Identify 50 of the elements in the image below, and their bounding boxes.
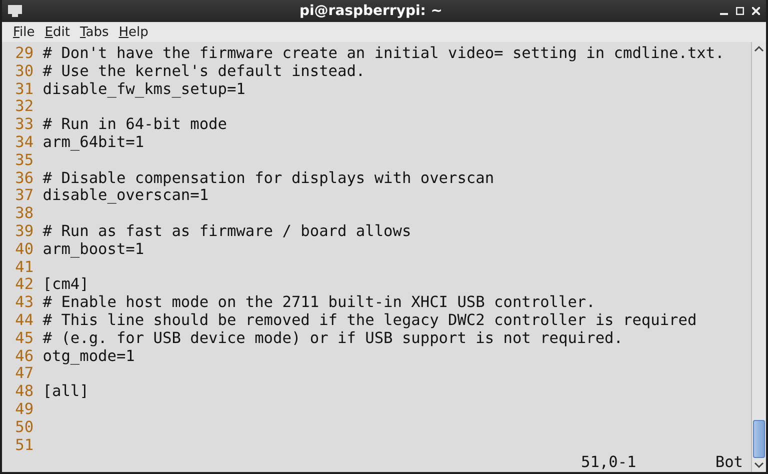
line-number: 39 (14, 222, 34, 241)
line-number: 33 (14, 116, 34, 134)
line-number: 48 (14, 383, 34, 401)
line-number: 42 (14, 276, 34, 294)
line-number: 31 (14, 80, 34, 98)
line-number: 34 (14, 134, 34, 152)
line-number: 29 (14, 45, 34, 63)
line-number: 38 (14, 205, 34, 223)
code-line: arm_64bit=1 (42, 134, 144, 152)
line-number: 45 (14, 330, 34, 348)
code-line: # Use the kernel's default instead. (42, 62, 366, 81)
code-line: disable_fw_kms_setup=1 (42, 80, 246, 98)
menu-item[interactable]: File (8, 24, 40, 40)
line-number: 51 (14, 436, 34, 454)
line-number: 41 (14, 258, 34, 276)
code-line: otg_mode=1 (42, 348, 135, 366)
code-line: # Disable compensation for displays with overscan (42, 170, 494, 188)
maximize-icon[interactable] (736, 7, 744, 15)
scroll-position: Bot (715, 454, 743, 472)
code-line: # Enable host mode on the 2711 built-in XHCI USB controller. (42, 294, 596, 312)
code-line: [cm4] (42, 276, 89, 294)
code-line: # This line should be removed if the legacy DWC2 controller is required (42, 312, 697, 330)
line-number: 46 (14, 348, 34, 366)
code-line: # Run in 64-bit mode (42, 116, 227, 134)
line-number: 35 (14, 152, 34, 170)
line-number: 44 (14, 312, 34, 330)
line-number: 37 (14, 187, 34, 206)
line-number: 49 (14, 400, 34, 419)
line-number: 47 (14, 365, 34, 384)
close-icon[interactable] (752, 7, 760, 15)
code-line: disable_overscan=1 (42, 187, 209, 206)
line-number: 40 (14, 240, 34, 259)
menu-item[interactable]: Tabs (74, 24, 114, 40)
code-line: arm_boost=1 (42, 240, 144, 259)
terminal-icon (8, 5, 22, 17)
scrollbar-thumb[interactable] (753, 420, 765, 458)
menu-item[interactable]: Edit (40, 24, 75, 40)
cursor-position: 51,0-1 (581, 454, 636, 472)
line-number: 36 (14, 170, 34, 188)
menu-item[interactable]: Help (114, 24, 154, 40)
window-title: pi@raspberrypi: ~ (298, 3, 444, 19)
line-number: 32 (14, 98, 34, 116)
scrollbar[interactable] (751, 42, 766, 472)
line-number: 30 (14, 62, 34, 81)
code-line: # Run as fast as firmware / board allows (42, 222, 412, 241)
code-line: [all] (42, 383, 89, 401)
line-number: 43 (14, 294, 34, 312)
code-line: # Don't have the firmware create an initial video= setting in cmdline.txt. (42, 45, 724, 63)
code-line: # (e.g. for USB device mode) or if USB support is not required. (42, 330, 623, 348)
line-number: 50 (14, 418, 34, 437)
